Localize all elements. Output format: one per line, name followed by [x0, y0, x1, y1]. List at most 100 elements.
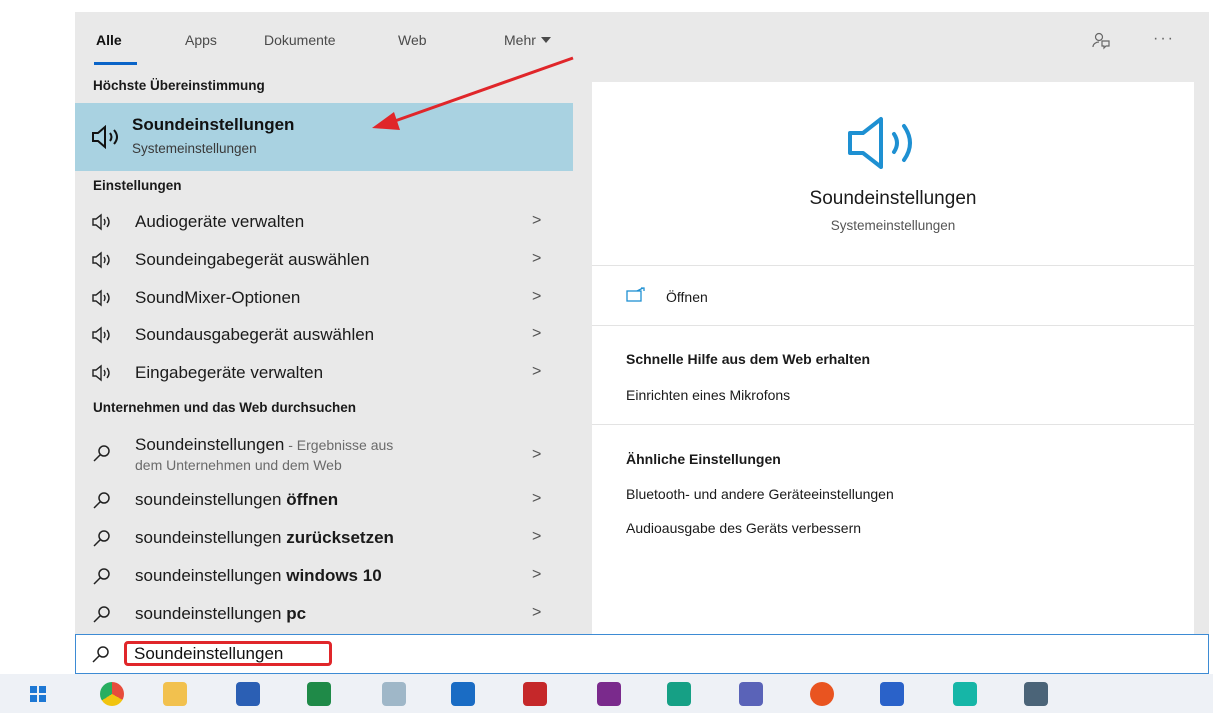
search-icon — [93, 492, 110, 509]
web-heading: Unternehmen und das Web durchsuchen — [93, 400, 357, 415]
speaker-icon — [92, 125, 118, 149]
ubuntu-icon[interactable] — [810, 682, 834, 706]
web-result-bold: pc — [286, 604, 307, 623]
web-result-item[interactable]: soundeinstellungen pc > — [75, 596, 575, 633]
chevron-right-icon[interactable]: > — [532, 212, 541, 230]
best-match-subtitle: Systemeinstellungen — [132, 141, 257, 156]
settings-item-label: Eingabegeräte verwalten — [135, 363, 324, 382]
notepad-icon[interactable] — [382, 682, 406, 706]
word-icon[interactable] — [236, 682, 260, 706]
taskbar — [0, 674, 1213, 713]
preview-subtitle: Systemeinstellungen — [830, 218, 956, 233]
excel-icon[interactable] — [307, 682, 331, 706]
chevron-right-icon[interactable]: > — [532, 363, 541, 381]
speaker-icon — [92, 289, 110, 307]
speaker-icon — [92, 326, 110, 344]
app-green-icon[interactable] — [667, 682, 691, 706]
settings-item-label: SoundMixer-Optionen — [135, 288, 301, 307]
web-result-item[interactable]: soundeinstellungen windows 10 > — [75, 558, 575, 595]
web-result-label: soundeinstellungen öffnen — [135, 490, 338, 510]
chevron-right-icon[interactable]: > — [532, 528, 541, 546]
feedback-icon[interactable] — [1091, 30, 1111, 55]
best-match-title: Soundeinstellungen — [132, 115, 295, 134]
search-panel: Alle Apps Dokumente Web Mehr ··· Höchste… — [75, 12, 1209, 634]
help-link[interactable]: Einrichten eines Mikrofons — [626, 387, 790, 403]
help-heading: Schnelle Hilfe aus dem Web erhalten — [626, 351, 871, 367]
speaker-icon — [92, 364, 110, 382]
web-result-bold: öffnen — [286, 490, 339, 509]
web-result-sub: - Ergebnisse aus — [284, 437, 394, 453]
speaker-icon — [848, 117, 912, 169]
web-result-item[interactable]: Soundeinstellungen - Ergebnisse aus dem U… — [75, 432, 575, 482]
chevron-right-icon[interactable]: > — [532, 325, 541, 343]
tab-bar: Alle Apps Dokumente Web Mehr ··· — [75, 12, 1209, 70]
web-result-label: soundeinstellungen pc — [135, 604, 306, 624]
chevron-right-icon[interactable]: > — [532, 288, 541, 306]
more-options-icon[interactable]: ··· — [1153, 30, 1175, 48]
web-result-item[interactable]: soundeinstellungen zurücksetzen > — [75, 520, 575, 557]
start-icon[interactable] — [30, 686, 46, 702]
best-match-heading: Höchste Übereinstimmung — [93, 78, 265, 93]
tab-web[interactable]: Web — [398, 32, 427, 48]
web-result-item[interactable]: soundeinstellungen öffnen > — [75, 482, 575, 519]
divider — [592, 265, 1194, 266]
outlook-icon[interactable] — [451, 682, 475, 706]
calculator-icon[interactable] — [1024, 682, 1048, 706]
tab-more-label: Mehr — [504, 32, 536, 48]
search-icon — [93, 568, 110, 585]
web-result-label: soundeinstellungen zurücksetzen — [135, 528, 394, 548]
web-result-prefix: soundeinstellungen — [135, 566, 287, 585]
settings-item-label: Soundausgabegerät auswählen — [135, 325, 375, 344]
preview-title: Soundeinstellungen — [809, 188, 977, 209]
chart-app-icon[interactable] — [880, 682, 904, 706]
speaker-icon — [92, 251, 110, 269]
chevron-right-icon[interactable]: > — [532, 446, 541, 464]
search-icon — [92, 646, 109, 663]
tab-documents[interactable]: Dokumente — [264, 32, 336, 48]
related-link[interactable]: Bluetooth- und andere Geräteeinstellunge… — [626, 486, 894, 502]
search-bar — [75, 634, 1209, 674]
web-result-prefix: soundeinstellungen — [135, 528, 287, 547]
divider — [592, 325, 1194, 326]
tab-apps[interactable]: Apps — [185, 32, 217, 48]
related-heading: Ähnliche Einstellungen — [626, 451, 781, 467]
settings-item-label: Soundeingabegerät auswählen — [135, 250, 370, 269]
chevron-down-icon — [540, 37, 551, 43]
settings-item[interactable]: Soundeingabegerät auswählen > — [75, 242, 575, 279]
chevron-right-icon[interactable]: > — [532, 604, 541, 622]
web-result-title: Soundeinstellungen — [135, 435, 285, 454]
settings-item[interactable]: Soundausgabegerät auswählen > — [75, 317, 575, 354]
file-explorer-icon[interactable] — [163, 682, 187, 706]
tab-more[interactable]: Mehr — [504, 32, 551, 48]
related-link[interactable]: Audioausgabe des Geräts verbessern — [626, 520, 861, 536]
chevron-right-icon[interactable]: > — [532, 490, 541, 508]
webstorm-icon[interactable] — [953, 682, 977, 706]
tab-all[interactable]: Alle — [96, 32, 122, 48]
divider — [592, 424, 1194, 425]
web-result-sub-line2: dem Unternehmen und dem Web — [135, 457, 342, 473]
chrome-icon[interactable] — [100, 682, 124, 706]
settings-item[interactable]: SoundMixer-Optionen > — [75, 280, 575, 317]
active-tab-indicator — [94, 62, 137, 65]
filezilla-icon[interactable] — [523, 682, 547, 706]
settings-item-label: Audiogeräte verwalten — [135, 212, 305, 231]
teams-icon[interactable] — [739, 682, 763, 706]
web-result-prefix: soundeinstellungen — [135, 604, 287, 623]
open-icon — [626, 287, 645, 302]
search-icon — [93, 530, 110, 547]
intellij-icon[interactable] — [597, 682, 621, 706]
open-label: Öffnen — [666, 289, 708, 305]
settings-item[interactable]: Audiogeräte verwalten > — [75, 204, 575, 241]
chevron-right-icon[interactable]: > — [532, 250, 541, 268]
search-icon — [93, 606, 110, 623]
web-result-label: Soundeinstellungen - Ergebnisse aus dem U… — [135, 435, 393, 475]
best-match-item[interactable]: Soundeinstellungen Systemeinstellungen — [75, 103, 573, 171]
search-icon — [93, 445, 110, 462]
chevron-right-icon[interactable]: > — [532, 566, 541, 584]
preview-pane: Soundeinstellungen Systemeinstellungen Ö… — [592, 82, 1194, 634]
web-result-bold: zurücksetzen — [286, 528, 394, 547]
speaker-icon — [92, 213, 110, 231]
settings-item[interactable]: Eingabegeräte verwalten > — [75, 355, 575, 392]
search-input[interactable] — [124, 641, 332, 666]
web-result-label: soundeinstellungen windows 10 — [135, 566, 382, 586]
